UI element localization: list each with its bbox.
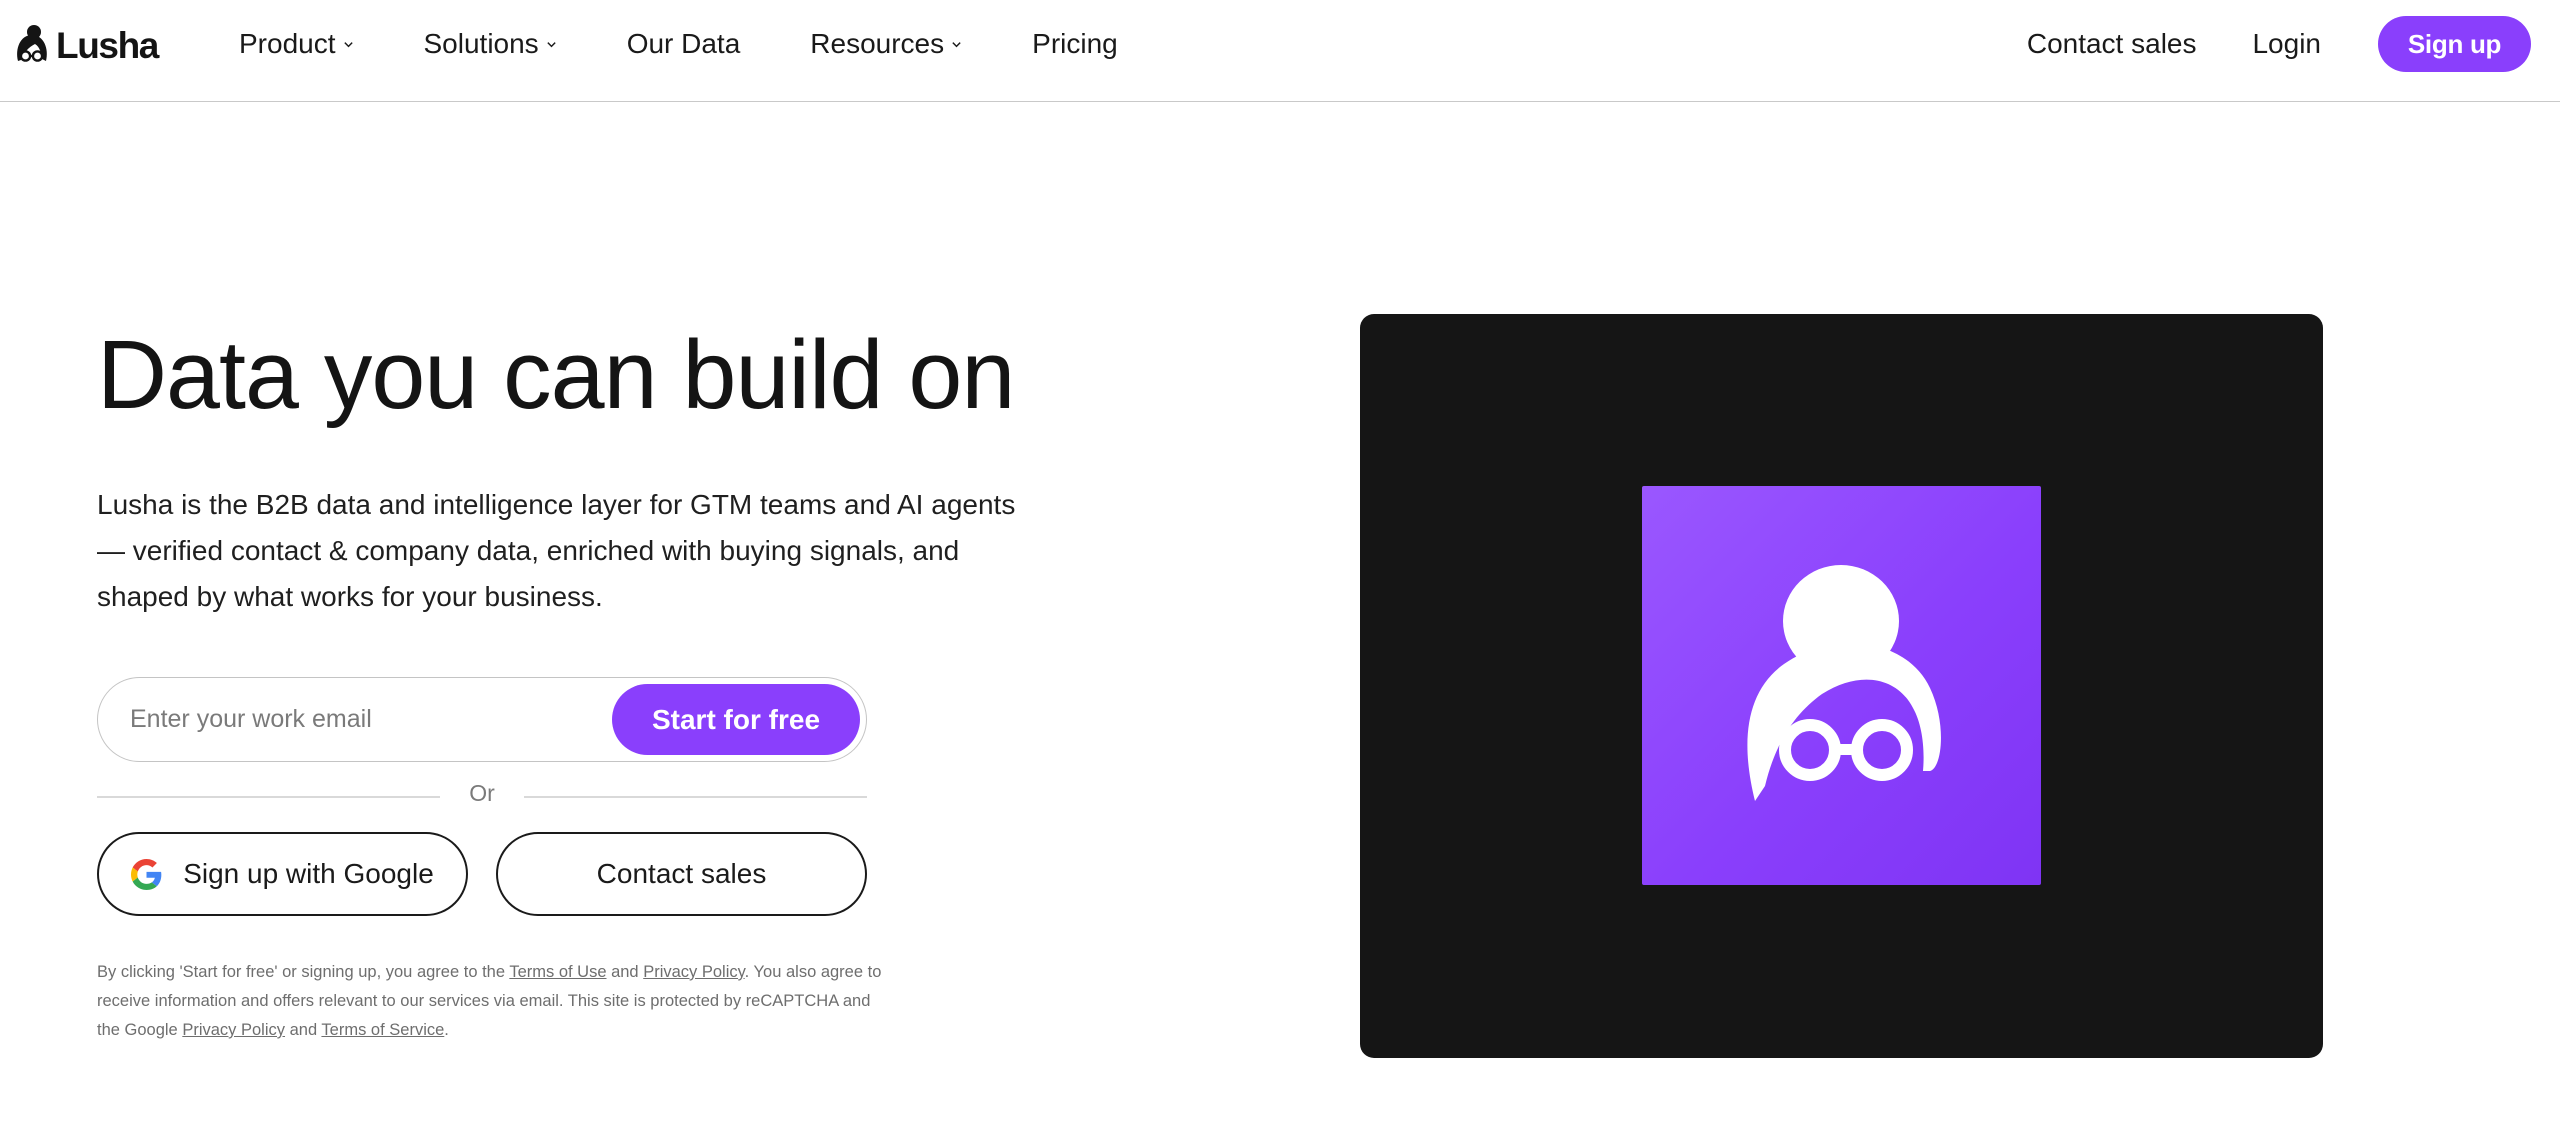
- nav-item-label: Pricing: [1032, 28, 1118, 59]
- brand-tile: [1642, 486, 2041, 885]
- chevron-down-icon: [952, 41, 961, 47]
- google-button-label: Sign up with Google: [183, 858, 434, 889]
- nav-item-label: Our Data: [626, 28, 741, 59]
- site-header: Lusha Product Solutions Our Data Resourc…: [0, 0, 2560, 102]
- google-privacy-policy-link[interactable]: Privacy Policy: [182, 1021, 285, 1039]
- terms-of-use-link[interactable]: Terms of Use: [509, 963, 606, 981]
- nav-item-label: Solutions: [423, 28, 539, 59]
- legal-disclaimer: By clicking 'Start for free' or signing …: [97, 958, 887, 1045]
- divider-line: [524, 796, 867, 798]
- contact-sales-button[interactable]: Contact sales: [496, 832, 867, 916]
- email-signup-form: Start for free: [97, 677, 867, 762]
- start-for-free-button[interactable]: Start for free: [612, 684, 860, 755]
- hero-media-panel: [1360, 314, 2323, 1058]
- signup-button[interactable]: Sign up: [2378, 16, 2531, 72]
- nav-item-our-data[interactable]: Our Data: [627, 28, 741, 60]
- work-email-input[interactable]: [128, 696, 668, 742]
- nav-item-label: Product: [239, 28, 336, 59]
- or-divider: Or: [97, 779, 867, 813]
- google-icon: [131, 858, 162, 890]
- chevron-down-icon: [547, 41, 556, 47]
- nav-item-solutions[interactable]: Solutions: [424, 28, 557, 60]
- legal-text: By clicking 'Start for free' or signing …: [97, 963, 510, 981]
- hero-description: Lusha is the B2B data and intelligence l…: [97, 489, 1016, 612]
- lusha-brand-mark-icon: [1747, 565, 1941, 801]
- hero-title: Data you can build on: [97, 320, 1015, 429]
- nav-item-product[interactable]: Product: [239, 28, 354, 60]
- or-text: Or: [469, 780, 495, 806]
- legal-text: .: [444, 1021, 449, 1039]
- login-link[interactable]: Login: [2252, 28, 2321, 60]
- main-nav: Product Solutions Our Data Resources Pri…: [239, 0, 1118, 88]
- nav-item-resources[interactable]: Resources: [810, 28, 962, 60]
- lusha-logo-icon: [17, 25, 47, 62]
- legal-text: and: [606, 963, 644, 981]
- logo-text: Lusha: [56, 24, 159, 66]
- terms-of-service-link[interactable]: Terms of Service: [321, 1021, 444, 1039]
- sign-up-with-google-button[interactable]: Sign up with Google: [97, 832, 468, 916]
- lusha-logo[interactable]: Lusha: [14, 22, 159, 68]
- legal-text: and: [285, 1021, 322, 1039]
- nav-item-label: Resources: [810, 28, 945, 59]
- header-actions: Contact sales Login Sign up: [2027, 16, 2531, 72]
- contact-sales-link[interactable]: Contact sales: [2027, 28, 2197, 60]
- chevron-down-icon: [343, 41, 353, 47]
- privacy-policy-link[interactable]: Privacy Policy: [643, 963, 744, 981]
- nav-item-pricing[interactable]: Pricing: [1032, 28, 1118, 60]
